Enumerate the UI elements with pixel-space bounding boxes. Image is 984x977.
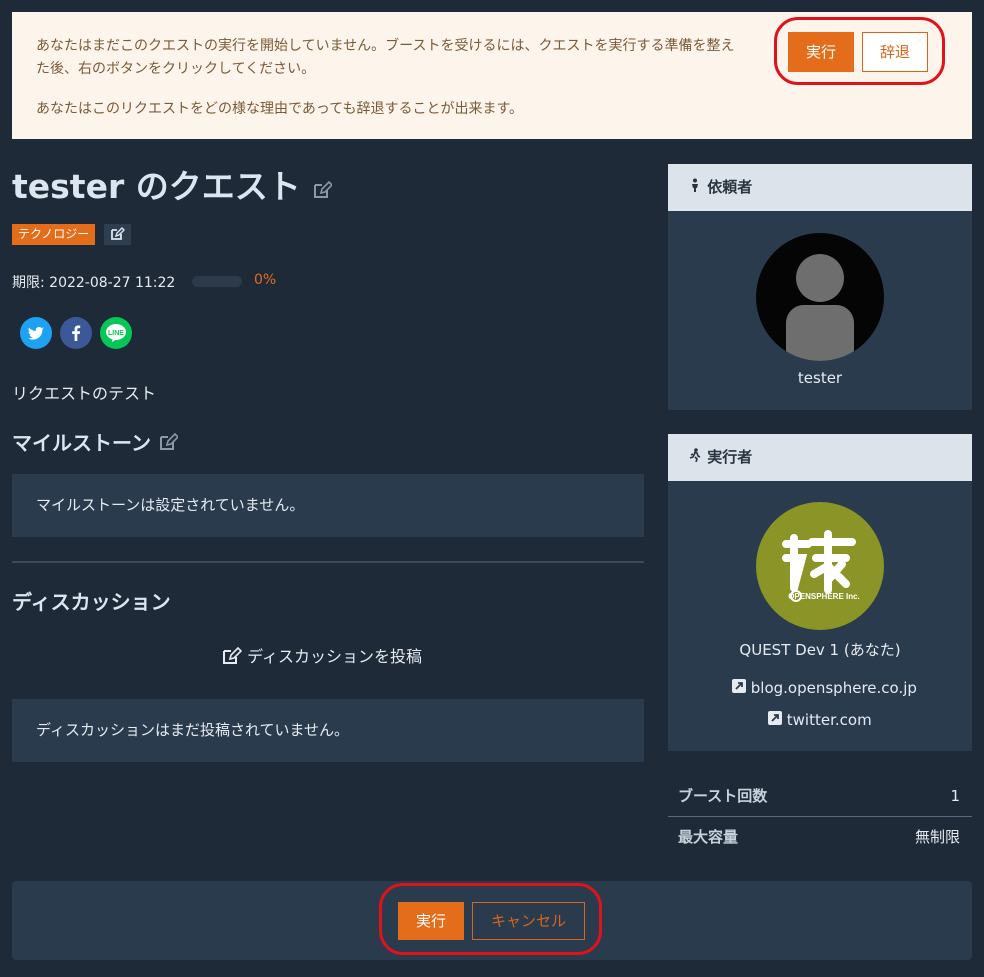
runner-icon bbox=[688, 448, 707, 466]
external-link-icon bbox=[768, 711, 787, 729]
executor-avatar[interactable]: OPENSPHERE Inc. bbox=[756, 502, 884, 630]
progress-bar bbox=[192, 276, 242, 287]
cancel-button[interactable]: キャンセル bbox=[472, 902, 585, 940]
quest-title-text: tester のクエスト bbox=[12, 167, 301, 206]
execute-button[interactable]: 実行 bbox=[788, 32, 854, 72]
executor-card: 実行者 OPENSPHERE Inc. QUEST Dev 1 (あなた) bl… bbox=[668, 434, 972, 751]
requester-name[interactable]: tester bbox=[668, 369, 972, 387]
notice-decline-text: あなたはこのリクエストをどの様な理由であっても辞退することが出来ます。 bbox=[36, 101, 524, 117]
edit-icon[interactable] bbox=[312, 169, 334, 208]
twitter-link[interactable]: twitter.com bbox=[768, 711, 872, 729]
blog-link[interactable]: blog.opensphere.co.jp bbox=[732, 679, 917, 697]
milestones-heading: マイルストーン bbox=[12, 427, 180, 457]
action-footer: 実行 キャンセル bbox=[12, 881, 972, 960]
external-link-icon bbox=[732, 679, 751, 697]
executor-logo-text: OPENSPHERE Inc. bbox=[788, 592, 860, 601]
executor-name[interactable]: QUEST Dev 1 (あなた) bbox=[668, 639, 972, 660]
stat-label: 最大容量 bbox=[678, 828, 739, 846]
divider bbox=[12, 561, 644, 563]
decline-button[interactable]: 辞退 bbox=[862, 32, 928, 72]
requester-heading: 依頼者 bbox=[707, 178, 753, 196]
stat-row: 最大容量 無制限 bbox=[668, 817, 972, 857]
requester-card: 依頼者 tester bbox=[668, 164, 972, 410]
svg-text:LINE: LINE bbox=[108, 330, 124, 337]
line-icon[interactable]: LINE bbox=[100, 317, 132, 349]
progress-percent: 0% bbox=[254, 272, 277, 288]
edit-icon[interactable] bbox=[158, 432, 180, 457]
discussion-empty: ディスカッションはまだ投稿されていません。 bbox=[12, 699, 644, 762]
person-icon bbox=[688, 178, 707, 196]
category-tag[interactable]: テクノロジー bbox=[12, 224, 96, 245]
milestones-empty: マイルストーンは設定されていません。 bbox=[12, 474, 644, 537]
execute-button[interactable]: 実行 bbox=[398, 902, 464, 940]
requester-card-header: 依頼者 bbox=[668, 164, 972, 211]
executor-card-header: 実行者 bbox=[668, 434, 972, 481]
requester-avatar[interactable] bbox=[756, 233, 884, 361]
stat-label: ブースト回数 bbox=[678, 787, 768, 805]
executor-heading: 実行者 bbox=[707, 448, 753, 466]
post-discussion-link[interactable]: ディスカッションを投稿 bbox=[222, 643, 422, 669]
twitter-icon[interactable] bbox=[20, 317, 52, 349]
discussion-heading: ディスカッション bbox=[12, 590, 171, 614]
quest-description: リクエストのテスト bbox=[12, 384, 157, 403]
post-discussion-label: ディスカッションを投稿 bbox=[247, 647, 422, 666]
edit-icon bbox=[222, 646, 243, 669]
deadline-text: 期限: 2022-08-27 11:22 bbox=[12, 275, 176, 291]
notice-text: あなたはまだこのクエストの実行を開始していません。ブーストを受けるには、クエスト… bbox=[36, 38, 735, 77]
quest-notice-banner: あなたはまだこのクエストの実行を開始していません。ブーストを受けるには、クエスト… bbox=[12, 12, 972, 139]
milestones-heading-text: マイルストーン bbox=[12, 431, 151, 455]
stat-value: 1 bbox=[950, 787, 960, 805]
blog-link-label: blog.opensphere.co.jp bbox=[750, 679, 917, 697]
quest-title: tester のクエスト bbox=[12, 160, 334, 208]
facebook-icon[interactable] bbox=[60, 317, 92, 349]
stat-value: 無制限 bbox=[914, 828, 960, 846]
edit-icon[interactable] bbox=[104, 224, 131, 245]
stat-row: ブースト回数 1 bbox=[668, 776, 972, 816]
twitter-link-label: twitter.com bbox=[786, 711, 872, 729]
